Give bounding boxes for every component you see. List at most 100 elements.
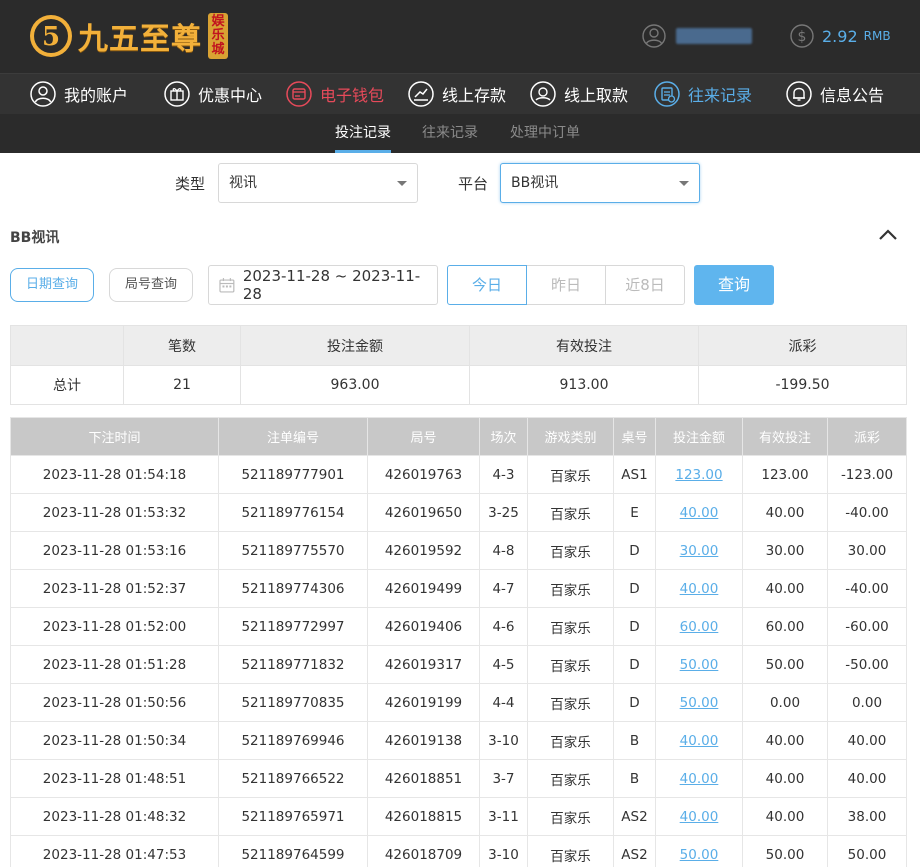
valid-bet-cell: 50.00	[742, 645, 828, 684]
bet-amount-link[interactable]: 50.00	[680, 847, 719, 863]
game-type-cell: 百家乐	[527, 645, 614, 684]
bet-amount-link[interactable]: 40.00	[680, 505, 719, 521]
chevron-down-icon	[679, 181, 689, 186]
summary-cell: 21	[123, 365, 241, 405]
session-cell: 3-10	[479, 721, 528, 760]
tab-pending-orders[interactable]: 处理中订单	[510, 114, 580, 153]
user-avatar-icon[interactable]	[642, 24, 666, 48]
bet-id-cell: 521189770835	[218, 683, 368, 722]
valid-bet-cell: 30.00	[742, 531, 828, 570]
payout-cell: -40.00	[827, 569, 907, 608]
bet-amount-cell: 50.00	[655, 683, 743, 722]
sub-nav: 投注记录 往来记录 处理中订单	[0, 114, 920, 153]
tab-transaction-records[interactable]: 往来记录	[422, 114, 478, 153]
brand-badge-char: 乐	[211, 28, 225, 43]
bet-id-cell: 521189764599	[218, 835, 368, 867]
table-no-cell: D	[613, 683, 656, 722]
account-area: $ 2.92 RMB	[642, 24, 891, 48]
payout-cell: 40.00	[827, 721, 907, 760]
table-no-cell: AS2	[613, 835, 656, 867]
summary-header-row: 笔数 投注金额 有效投注 派彩	[10, 325, 907, 366]
bet-time-cell: 2023-11-28 01:53:16	[10, 531, 219, 570]
bet-amount-link[interactable]: 30.00	[680, 543, 719, 559]
summary-header-cell	[10, 325, 124, 366]
bet-amount-link[interactable]: 50.00	[680, 695, 719, 711]
nav-e-wallet[interactable]: 电子钱包	[286, 74, 384, 114]
nav-transaction-records[interactable]: 往来记录	[654, 74, 752, 114]
round-query-tab[interactable]: 局号查询	[109, 268, 193, 302]
records-header-cell: 投注金额	[655, 417, 743, 456]
bet-amount-link[interactable]: 40.00	[680, 771, 719, 787]
quick-today[interactable]: 今日	[447, 265, 527, 305]
nav-online-withdraw[interactable]: 线上取款	[530, 74, 628, 114]
bet-time-cell: 2023-11-28 01:52:00	[10, 607, 219, 646]
quick-yesterday[interactable]: 昨日	[526, 265, 606, 305]
date-query-tab[interactable]: 日期查询	[10, 268, 94, 302]
bet-amount-link[interactable]: 40.00	[680, 733, 719, 749]
nav-promotions[interactable]: 优惠中心	[164, 74, 262, 114]
chevron-up-icon[interactable]	[877, 226, 899, 244]
records-header-cell: 下注时间	[10, 417, 219, 456]
nav-announcements[interactable]: 信息公告	[786, 74, 884, 114]
table-no-cell: D	[613, 607, 656, 646]
tab-bet-records[interactable]: 投注记录	[335, 114, 391, 153]
brand-name: 九五至尊	[78, 22, 202, 57]
platform-select[interactable]: BB视讯	[500, 163, 700, 203]
game-type-cell: 百家乐	[527, 721, 614, 760]
type-select[interactable]: 视讯	[218, 163, 418, 203]
bet-id-cell: 521189772997	[218, 607, 368, 646]
table-no-cell: E	[613, 493, 656, 532]
bet-time-cell: 2023-11-28 01:50:34	[10, 721, 219, 760]
user-circle-icon	[30, 81, 56, 107]
bet-amount-link[interactable]: 60.00	[680, 619, 719, 635]
type-select-value: 视讯	[229, 175, 257, 191]
summary-header-cell: 有效投注	[469, 325, 699, 366]
table-no-cell: B	[613, 759, 656, 798]
session-cell: 4-6	[479, 607, 528, 646]
bet-records-table: 下注时间 注单编号 局号 场次 游戏类别 桌号 投注金额 有效投注 派彩 2023-11-28 …	[10, 417, 907, 867]
brand-logo[interactable]: 5 九五至尊 娱 乐 城	[28, 10, 228, 62]
payout-cell: 38.00	[827, 797, 907, 836]
bet-amount-link[interactable]: 50.00	[680, 657, 719, 673]
round-id-cell: 426019138	[367, 721, 480, 760]
valid-bet-cell: 40.00	[742, 759, 828, 798]
records-header-cell: 桌号	[613, 417, 656, 456]
session-cell: 3-25	[479, 493, 528, 532]
game-type-cell: 百家乐	[527, 759, 614, 798]
payout-cell: 40.00	[827, 759, 907, 798]
bet-amount-cell: 40.00	[655, 721, 743, 760]
table-no-cell: B	[613, 721, 656, 760]
date-range-picker[interactable]: 2023-11-28 ~ 2023-11-28	[208, 265, 438, 305]
table-row: 2023-11-28 01:51:28 521189771832 426019317…	[10, 645, 907, 684]
bell-icon	[786, 81, 812, 107]
date-range-value: 2023-11-28 ~ 2023-11-28	[242, 267, 421, 303]
payout-cell: -50.00	[827, 645, 907, 684]
round-id-cell: 426018709	[367, 835, 480, 867]
brand-badge-char: 娱	[211, 14, 225, 29]
table-row: 2023-11-28 01:48:51 521189766522 426018851…	[10, 759, 907, 798]
bet-amount-link[interactable]: 40.00	[680, 809, 719, 825]
quick-last-8-days[interactable]: 近8日	[605, 265, 685, 305]
nav-my-account[interactable]: 我的账户	[30, 74, 128, 114]
bet-amount-link[interactable]: 40.00	[680, 581, 719, 597]
game-type-cell: 百家乐	[527, 455, 614, 494]
summary-cell: 总计	[10, 365, 124, 405]
bet-amount-link[interactable]: 123.00	[675, 467, 722, 483]
records-header-cell: 派彩	[827, 417, 907, 456]
table-row: 2023-11-28 01:52:37 521189774306 426019499…	[10, 569, 907, 608]
nav-online-deposit[interactable]: 线上存款	[408, 74, 506, 114]
bet-id-cell: 521189765971	[218, 797, 368, 836]
query-button[interactable]: 查询	[694, 265, 774, 305]
session-cell: 4-3	[479, 455, 528, 494]
payout-cell: -40.00	[827, 493, 907, 532]
bet-time-cell: 2023-11-28 01:51:28	[10, 645, 219, 684]
account-balance: 2.92	[822, 26, 858, 46]
currency-unit: RMB	[863, 29, 891, 43]
round-id-cell: 426019650	[367, 493, 480, 532]
records-icon	[654, 81, 680, 107]
valid-bet-cell: 123.00	[742, 455, 828, 494]
brand-badge: 娱 乐 城	[208, 13, 228, 59]
valid-bet-cell: 40.00	[742, 797, 828, 836]
nav-label: 优惠中心	[198, 86, 263, 105]
game-type-cell: 百家乐	[527, 683, 614, 722]
